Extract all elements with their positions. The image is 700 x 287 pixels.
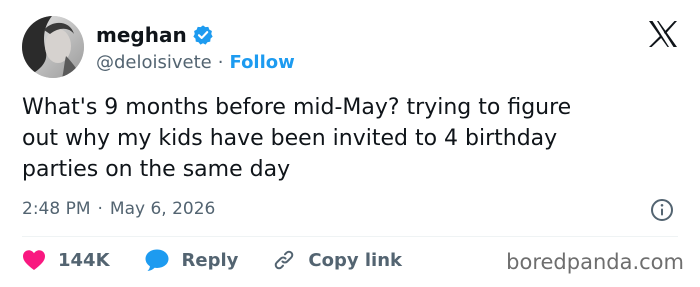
copy-link-button[interactable]: Copy link [272, 248, 402, 272]
tweet-text-line: What's 9 months before mid-May? trying t… [22, 95, 572, 120]
reply-button[interactable]: Reply [144, 248, 239, 272]
action-bar: 144K Reply Copy link [22, 246, 436, 274]
name-row: meghan [96, 22, 295, 48]
separator-dot: · [97, 199, 103, 219]
separator-dot: · [217, 52, 224, 73]
avatar[interactable] [22, 16, 84, 78]
speech-bubble-icon [145, 249, 169, 271]
handle-row: @deloisivete · Follow [96, 52, 295, 73]
verified-badge-icon [193, 25, 213, 45]
tweet-card: meghan @deloisivete · Follow What's 9 mo… [0, 0, 700, 287]
handle[interactable]: @deloisivete [96, 52, 212, 73]
copy-link-label: Copy link [308, 249, 402, 271]
x-logo-icon[interactable] [648, 20, 678, 48]
link-icon [275, 250, 294, 270]
watermark: boredpanda.com [506, 250, 684, 274]
tweet-text-line: parties on the same day [22, 157, 291, 182]
like-count: 144K [58, 249, 110, 271]
tweet-text-line: out why my kids have been invited to 4 b… [22, 126, 558, 151]
display-name[interactable]: meghan [96, 23, 187, 47]
tweet-date: May 6, 2026 [109, 199, 216, 219]
tweet-time: 2:48 PM [22, 199, 91, 219]
heart-icon [23, 250, 45, 270]
timestamp[interactable]: 2:48 PM · May 6, 2026 [22, 199, 215, 219]
avatar-portrait-icon [22, 16, 84, 78]
divider [22, 236, 678, 237]
follow-button[interactable]: Follow [230, 52, 295, 73]
author-info: meghan @deloisivete · Follow [96, 22, 295, 73]
like-button[interactable]: 144K [22, 249, 110, 271]
reply-label: Reply [181, 249, 239, 271]
tweet-text: What's 9 months before mid-May? trying t… [22, 92, 682, 185]
info-icon[interactable] [650, 198, 674, 222]
